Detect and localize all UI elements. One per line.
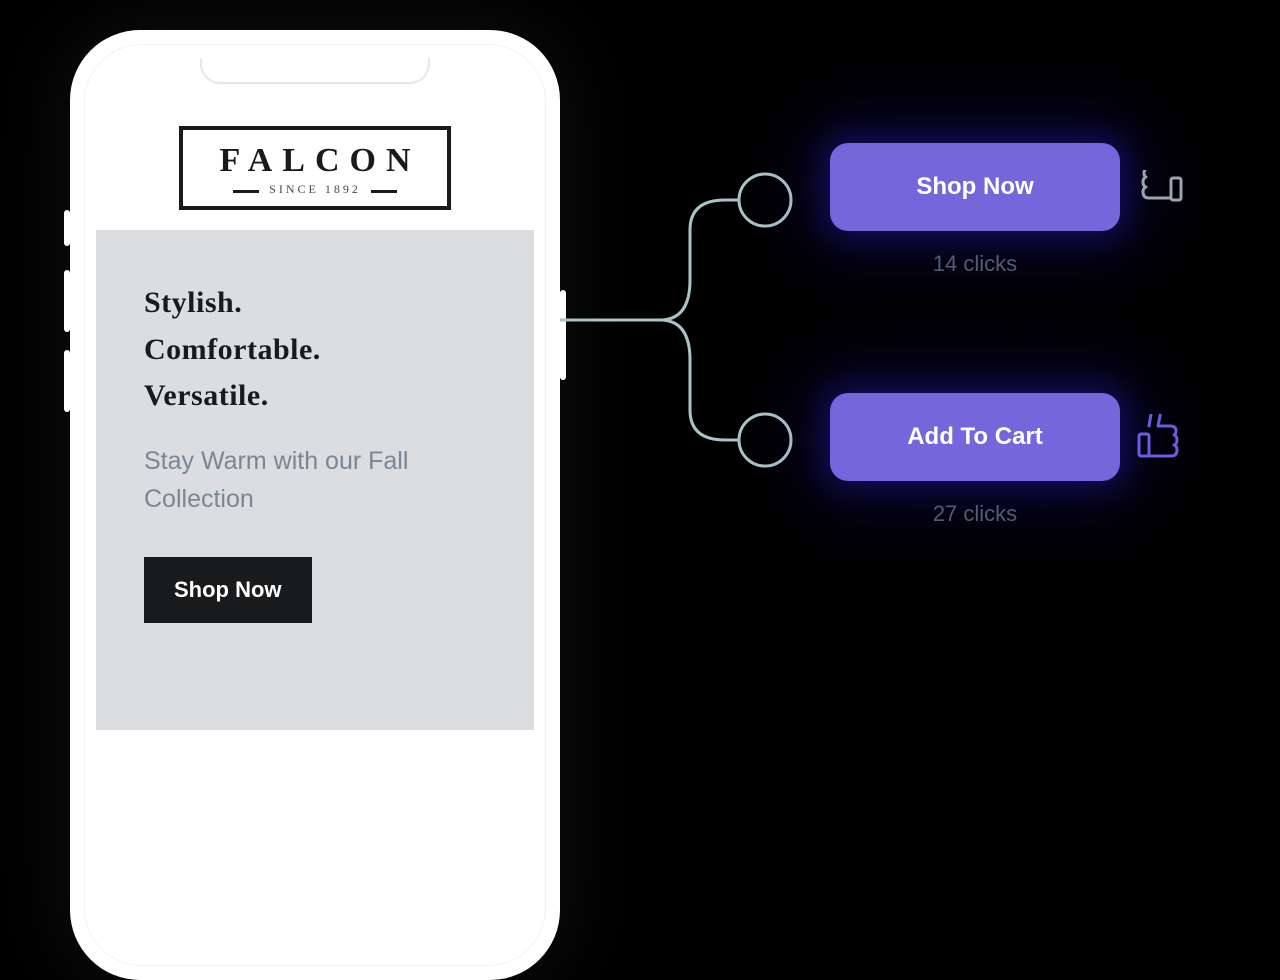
hero-cta-button[interactable]: Shop Now (144, 557, 312, 623)
phone-notch (200, 58, 430, 84)
headline-line-1: Stylish. (144, 280, 486, 327)
brand-name: FALCON (219, 142, 420, 180)
headline-line-2: Comfortable. (144, 327, 486, 374)
phone-silence-switch (64, 210, 70, 246)
variant-connector (560, 160, 820, 520)
brand-since: SINCE 1892 (259, 182, 371, 197)
variant-a-button[interactable]: Shop Now (830, 143, 1120, 231)
variant-b-clicks: 27 clicks (830, 501, 1120, 527)
phone-screen: FALCON SINCE 1892 Stylish. Comfortable. … (96, 98, 534, 954)
variant-b: Add To Cart 27 clicks (830, 393, 1120, 527)
variant-a: Shop Now 14 clicks (830, 143, 1120, 277)
phone-volume-down (64, 350, 70, 412)
thumbs-down-icon (1135, 170, 1185, 220)
headline-line-3: Versatile. (144, 373, 486, 420)
thumbs-up-icon (1135, 414, 1185, 464)
hero-card: Stylish. Comfortable. Versatile. Stay Wa… (96, 230, 534, 730)
hero-headline: Stylish. Comfortable. Versatile. (144, 280, 486, 420)
variant-a-clicks: 14 clicks (830, 251, 1120, 277)
phone-mockup: FALCON SINCE 1892 Stylish. Comfortable. … (70, 30, 560, 980)
phone-volume-up (64, 270, 70, 332)
hero-subhead: Stay Warm with our Fall Collection (144, 442, 464, 520)
variant-b-button[interactable]: Add To Cart (830, 393, 1120, 481)
brand-logo: FALCON SINCE 1892 (96, 98, 534, 230)
